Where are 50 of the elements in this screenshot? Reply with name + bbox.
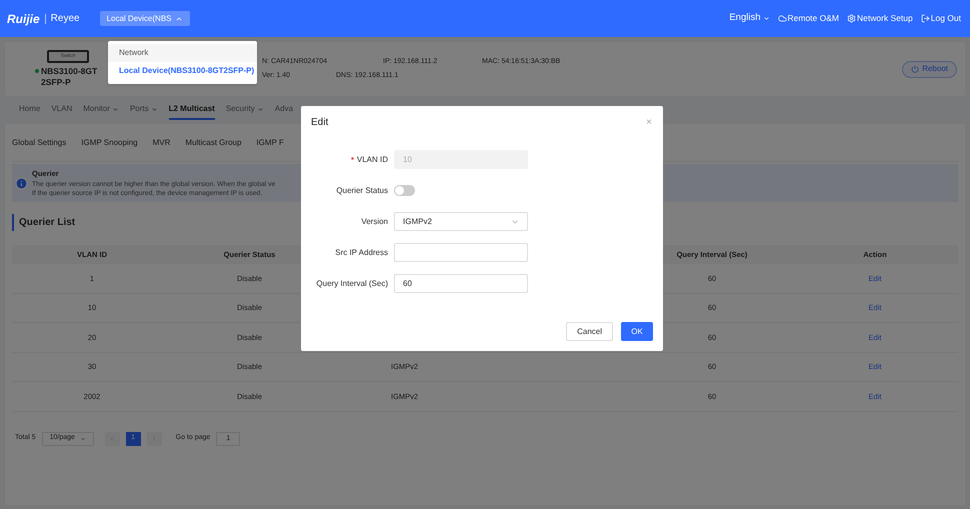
- prev-page-button[interactable]: [104, 432, 120, 446]
- field-label: Query Interval (Sec): [316, 278, 388, 290]
- header-link[interactable]: Network Setup: [847, 12, 913, 25]
- gear-icon: [847, 14, 856, 23]
- menu-group-label: Network: [108, 44, 257, 62]
- required-icon: [350, 156, 355, 161]
- chevron-icon: [112, 106, 119, 112]
- chevron-icon: [762, 15, 770, 22]
- language-selector[interactable]: English: [729, 11, 770, 26]
- sub-tab[interactable]: MVR: [152, 132, 170, 152]
- sub-tab[interactable]: Global Settings: [12, 132, 66, 152]
- sub-tab[interactable]: IGMP F: [256, 132, 284, 152]
- chevron-icon: [150, 106, 158, 112]
- version-select[interactable]: IGMPv2: [394, 212, 528, 231]
- field-label: Querier Status: [336, 184, 388, 196]
- device-selector[interactable]: Local Device(NBS: [100, 11, 190, 26]
- info-icon: [15, 176, 28, 190]
- input-field[interactable]: 60: [394, 274, 528, 293]
- field-label: Src IP Address: [335, 246, 388, 258]
- reboot-button[interactable]: Reboot: [902, 60, 957, 78]
- chevron-icon: [80, 436, 86, 442]
- input-field[interactable]: [394, 243, 528, 262]
- sub-tab[interactable]: IGMP Snooping: [81, 132, 138, 152]
- nav-tab[interactable]: VLAN: [51, 100, 72, 120]
- logout-icon: [920, 14, 930, 23]
- header-link[interactable]: Remote O&M: [778, 12, 839, 25]
- section-title: Querier List: [19, 216, 76, 230]
- menu-item[interactable]: Local Device(NBS3100-8GT2SFP-P): [108, 62, 257, 80]
- dialog-title: Edit: [311, 116, 328, 130]
- cancel-button[interactable]: Cancel: [566, 322, 613, 341]
- ok-button[interactable]: OK: [621, 322, 653, 341]
- nav-tab[interactable]: Adva: [274, 100, 293, 120]
- nav-tab[interactable]: Monitor: [83, 100, 119, 120]
- sub-brand-logo: Reyee: [50, 12, 80, 26]
- close-button[interactable]: ×: [646, 114, 652, 130]
- nav-tab[interactable]: Home: [19, 100, 40, 120]
- field-label: VLAN ID: [356, 154, 388, 166]
- chevron-icon: [256, 106, 264, 112]
- power-icon: [911, 65, 920, 73]
- cloud-icon: [778, 14, 786, 23]
- nav-tab[interactable]: Security: [226, 100, 264, 120]
- header-link[interactable]: Log Out: [920, 12, 961, 25]
- device-name: NBS3100-8GT2SFP-P: [41, 66, 98, 88]
- toggle-switch[interactable]: [394, 185, 415, 196]
- nav-tab[interactable]: Ports: [130, 100, 158, 120]
- sub-tab[interactable]: Multicast Group: [185, 132, 242, 152]
- brand-logo: Ruijie: [7, 10, 40, 28]
- next-page-button[interactable]: [146, 432, 162, 446]
- nav-tab[interactable]: L2 Multicast: [168, 100, 215, 120]
- field-label: Version: [361, 216, 388, 228]
